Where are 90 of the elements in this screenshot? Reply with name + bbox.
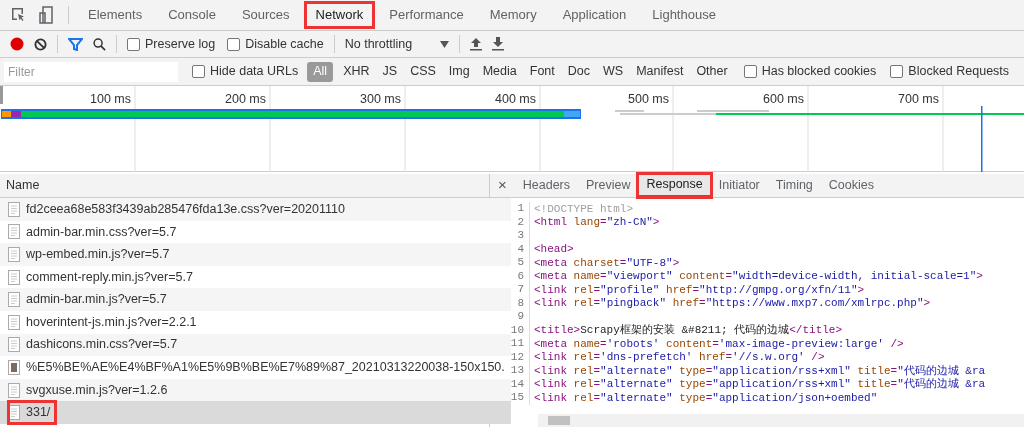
- download-icon[interactable]: [492, 37, 505, 51]
- tab[interactable]: Preview: [578, 174, 639, 197]
- document-icon: [8, 314, 20, 330]
- document-icon: [8, 405, 20, 421]
- checkbox[interactable]: Disable cache: [227, 34, 324, 54]
- time-tick-label: 100 ms: [90, 91, 131, 108]
- document-icon: [8, 247, 20, 262]
- type-filter[interactable]: Img: [442, 61, 476, 82]
- line-number: 8: [490, 296, 530, 310]
- code-line: <html lang="zh-CN">: [534, 215, 660, 230]
- type-filter[interactable]: Other: [690, 61, 734, 82]
- type-filter[interactable]: Font: [523, 61, 561, 82]
- tab[interactable]: Memory: [476, 0, 550, 30]
- checkbox[interactable]: Blocked Requests: [890, 62, 1010, 81]
- time-tick-label: 300 ms: [360, 91, 401, 108]
- document-icon: [8, 201, 20, 217]
- tab[interactable]: Timing: [767, 174, 821, 197]
- type-filter[interactable]: WS: [597, 61, 630, 82]
- time-tick-label: 200 ms: [225, 91, 266, 108]
- filter-field[interactable]: Filter: [4, 61, 178, 82]
- close-button[interactable]: ×: [490, 174, 515, 197]
- line-number: 1: [490, 202, 530, 216]
- line-number: 15: [490, 391, 530, 405]
- line-number: 10: [490, 323, 530, 337]
- filter-icon[interactable]: [68, 37, 83, 51]
- image-file-icon: [8, 359, 20, 375]
- line-number: 7: [490, 283, 530, 297]
- tab[interactable]: Initiator: [710, 174, 768, 197]
- type-filter[interactable]: Manifest: [630, 61, 690, 82]
- record-icon[interactable]: [10, 37, 24, 51]
- code-line: <link rel='dns-prefetch' href='//s.w.org' />: [534, 350, 825, 365]
- code-line: <link rel="alternate" type="application/rss+xml" title="代码的边城 &ra: [534, 377, 986, 392]
- line-number: 14: [490, 377, 530, 391]
- code-line: <meta name='robots' content='max-image-preview:large' />: [534, 336, 904, 352]
- clear-icon[interactable]: [34, 37, 47, 51]
- search-icon[interactable]: [93, 37, 106, 51]
- document-icon: [8, 269, 20, 285]
- line-number: 5: [490, 256, 530, 270]
- type-filter[interactable]: JS: [376, 61, 404, 82]
- request-row[interactable]: admin-bar.min.css?ver=5.7: [8, 220, 183, 244]
- tab[interactable]: Performance: [376, 0, 477, 30]
- line-number: 2: [490, 215, 530, 229]
- code-line: <meta charset="UTF-8">: [534, 255, 680, 271]
- document-icon: [8, 382, 20, 398]
- line-number: 3: [490, 229, 530, 243]
- time-tick-label: 600 ms: [763, 91, 804, 108]
- code-line: <!DOCTYPE html>: [534, 201, 634, 217]
- document-icon: [8, 337, 20, 353]
- line-number: 6: [490, 269, 530, 283]
- tab[interactable]: Lighthouse: [639, 0, 729, 30]
- type-filter[interactable]: XHR: [337, 61, 376, 82]
- code-line: <meta name="viewport" content="width=device-width, initial-scale=1">: [534, 269, 983, 284]
- type-filter[interactable]: Media: [476, 61, 523, 82]
- time-tick-label: 500 ms: [628, 91, 669, 108]
- checkbox[interactable]: Hide data URLs: [192, 62, 299, 81]
- document-icon: [8, 224, 20, 240]
- line-number: 9: [490, 310, 530, 324]
- code-line: <link rel="pingback" href="https://www.mxp7.com/xmlrpc.php">: [534, 296, 931, 311]
- request-row[interactable]: comment-reply.min.js?ver=5.7: [8, 265, 199, 289]
- code-line: <head>: [534, 242, 574, 257]
- tab[interactable]: Elements: [75, 0, 156, 30]
- device-icon[interactable]: [38, 6, 54, 24]
- line-number: 11: [490, 337, 530, 351]
- document-icon: [8, 292, 20, 308]
- request-row[interactable]: hoverintent-js.min.js?ver=2.2.1: [8, 310, 203, 334]
- tab[interactable]: Response: [638, 174, 711, 197]
- checkbox[interactable]: Preserve log: [127, 34, 216, 54]
- tab[interactable]: Headers: [514, 174, 578, 197]
- dropdown-caret-icon: [440, 40, 450, 48]
- code-line: <link rel="profile" href="http://gmpg.org/xfn/11">: [534, 282, 865, 298]
- checkbox[interactable]: Has blocked cookies: [743, 62, 877, 81]
- inspect-icon[interactable]: [10, 7, 26, 23]
- tab[interactable]: Network: [302, 0, 377, 30]
- request-row[interactable]: 331/: [8, 401, 57, 424]
- tab[interactable]: Application: [549, 0, 640, 30]
- line-number: 4: [490, 242, 530, 256]
- tab[interactable]: Cookies: [820, 174, 882, 197]
- type-filter[interactable]: CSS: [404, 61, 442, 82]
- throttling-dropdown[interactable]: No throttling: [344, 34, 450, 54]
- code-line: <link rel="alternate" type="application/json+oembed": [534, 390, 878, 406]
- code-line: <title>Scrapy框架的安装 &#8211; 代码的边城</title>: [534, 323, 843, 338]
- time-tick-label: 700 ms: [898, 91, 939, 108]
- time-tick-label: 400 ms: [495, 91, 536, 108]
- horizontal-scrollbar[interactable]: [538, 414, 1024, 427]
- type-filter[interactable]: Doc: [561, 61, 596, 82]
- tab[interactable]: Sources: [228, 0, 303, 30]
- tab[interactable]: Console: [155, 0, 229, 30]
- column-header[interactable]: Name: [0, 174, 489, 198]
- code-line: <link rel="alternate" type="application/rss+xml" title="代码的边城 &ra: [534, 363, 986, 378]
- upload-icon[interactable]: [470, 37, 483, 51]
